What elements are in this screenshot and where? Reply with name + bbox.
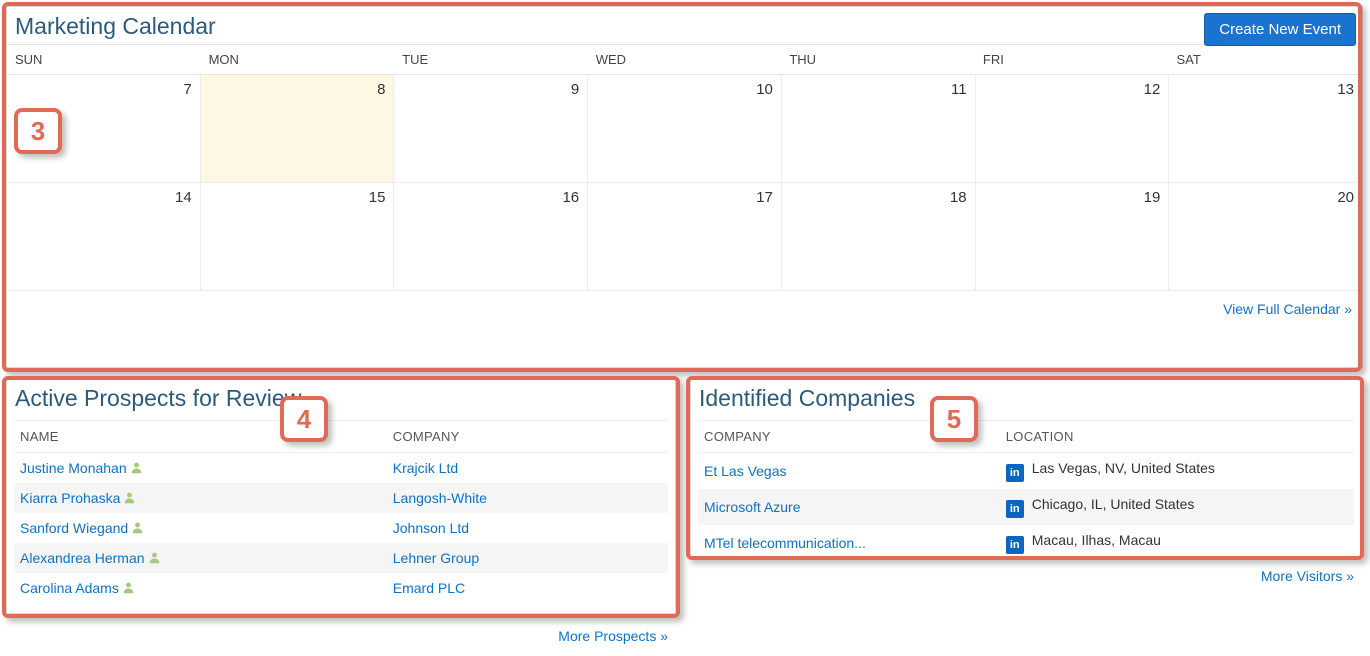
prospect-company-link[interactable]: Lehner Group [393,550,479,566]
calendar-day-header-row: SUN MON TUE WED THU FRI SAT [7,44,1362,75]
calendar-day-cell[interactable]: 16 [394,183,588,290]
calendar-week-row: 78910111213 [7,75,1362,183]
companies-title: Identified Companies [691,379,1361,416]
table-row: Sanford Wiegand Johnson Ltd [14,513,668,543]
calendar-day-cell[interactable]: 20 [1169,183,1362,290]
table-row: MTel telecommunication... in Macau, Ilhas,… [698,525,1354,561]
companies-table: COMPANY LOCATION Et Las Vegas in Las Vegas… [698,420,1354,561]
table-row: Carolina Adams Emard PLC [14,573,668,603]
company-location: Macau, Ilhas, Macau [1032,532,1161,548]
person-icon [130,461,143,474]
table-row: Justine Monahan Krajcik Ltd [14,453,668,484]
prospect-company-link[interactable]: Emard PLC [393,580,465,596]
person-icon [148,551,161,564]
prospect-name-link[interactable]: Carolina Adams [20,580,119,596]
calendar-body: 7891011121314151617181920 [7,75,1362,291]
company-location: Las Vegas, NV, United States [1032,460,1215,476]
more-visitors-row: More Visitors » [690,558,1362,590]
calendar-day-cell[interactable]: 18 [782,183,976,290]
company-location: Chicago, IL, United States [1032,496,1195,512]
prospect-company-link[interactable]: Krajcik Ltd [393,460,458,476]
linkedin-icon[interactable]: in [1006,536,1024,554]
table-row: Alexandrea Herman Lehner Group [14,543,668,573]
more-visitors-link[interactable]: More Visitors » [1261,568,1354,584]
calendar-day-cell[interactable]: 11 [782,75,976,182]
day-header: SAT [1168,45,1362,74]
person-icon [131,521,144,534]
table-row: Et Las Vegas in Las Vegas, NV, United Stat… [698,453,1354,490]
table-row: Kiarra Prohaska Langosh-White [14,483,668,513]
prospect-company-link[interactable]: Langosh-White [393,490,487,506]
calendar-day-cell[interactable]: 19 [976,183,1170,290]
prospect-company-link[interactable]: Johnson Ltd [393,520,469,536]
prospect-name-link[interactable]: Alexandrea Herman [20,550,145,566]
company-name-link[interactable]: Et Las Vegas [704,463,787,479]
companies-col-location: LOCATION [1000,421,1354,453]
day-header: MON [201,45,395,74]
calendar-day-cell[interactable]: 12 [976,75,1170,182]
day-header: TUE [394,45,588,74]
linkedin-icon[interactable]: in [1006,464,1024,482]
view-full-calendar-link[interactable]: View Full Calendar » [1223,301,1352,317]
prospects-table: NAME COMPANY Justine Monahan Krajcik Ltd K… [14,420,668,603]
calendar-day-cell[interactable]: 13 [1169,75,1362,182]
calendar-week-row: 14151617181920 [7,183,1362,291]
view-full-calendar-row: View Full Calendar » [7,291,1362,323]
person-icon [123,491,136,504]
company-name-link[interactable]: Microsoft Azure [704,499,800,515]
identified-companies-panel: Identified Companies COMPANY LOCATION Et… [690,378,1362,558]
company-name-link[interactable]: MTel telecommunication... [704,535,866,551]
more-prospects-link[interactable]: More Prospects » [558,628,668,644]
linkedin-icon[interactable]: in [1006,500,1024,518]
create-new-event-button[interactable]: Create New Event [1204,13,1356,46]
calendar-day-cell[interactable]: 17 [588,183,782,290]
day-header: THU [781,45,975,74]
prospect-name-link[interactable]: Justine Monahan [20,460,127,476]
prospect-name-link[interactable]: Kiarra Prohaska [20,490,120,506]
calendar-day-cell[interactable]: 7 [7,75,201,182]
active-prospects-panel: Active Prospects for Review NAME COMPANY… [6,378,676,614]
day-header: FRI [975,45,1169,74]
companies-tbody: Et Las Vegas in Las Vegas, NV, United Stat… [698,453,1354,562]
day-header: WED [588,45,782,74]
more-prospects-row: More Prospects » [6,618,676,650]
person-icon [122,581,135,594]
prospects-col-company: COMPANY [387,421,668,453]
calendar-day-cell[interactable]: 14 [7,183,201,290]
prospects-title: Active Prospects for Review [7,379,675,416]
prospects-tbody: Justine Monahan Krajcik Ltd Kiarra Prohask… [14,453,668,604]
prospect-name-link[interactable]: Sanford Wiegand [20,520,128,536]
calendar-title: Marketing Calendar [7,7,1362,44]
calendar-day-cell[interactable]: 8 [201,75,395,182]
prospects-col-name: NAME [14,421,387,453]
calendar-day-cell[interactable]: 10 [588,75,782,182]
day-header: SUN [7,45,201,74]
table-row: Microsoft Azure in Chicago, IL, United Sta… [698,489,1354,525]
calendar-day-cell[interactable]: 15 [201,183,395,290]
marketing-calendar-panel: Marketing Calendar Create New Event SUN … [6,6,1363,368]
calendar-day-cell[interactable]: 9 [394,75,588,182]
companies-col-company: COMPANY [698,421,1000,453]
